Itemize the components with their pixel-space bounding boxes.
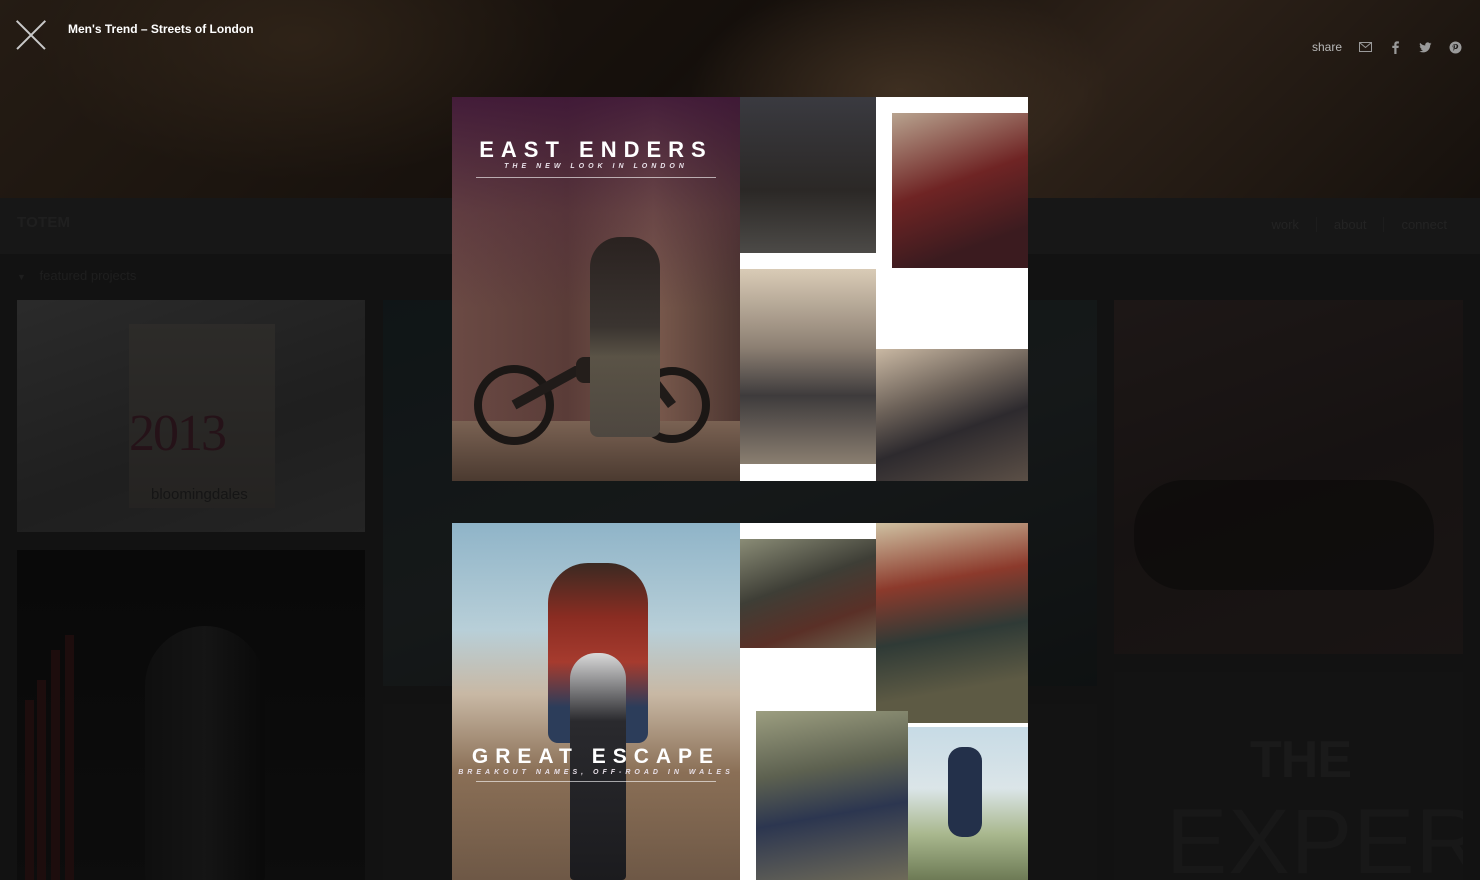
photo-walking-dog (740, 269, 876, 464)
model-figure (590, 237, 660, 437)
cover-photo-motorcycle: EAST ENDERS THE NEW LOOK IN LONDON (452, 97, 740, 481)
photo-sitting-dunes (756, 711, 908, 880)
photo-jumping-beach (908, 727, 1028, 880)
twitter-icon[interactable] (1419, 41, 1432, 54)
spread-title: EAST ENDERS (479, 137, 713, 162)
title-rule (476, 177, 716, 178)
title-rule (476, 781, 716, 782)
photo-plaid-jacket (892, 113, 1028, 268)
lightbox-title: Men's Trend – Streets of London (68, 22, 254, 36)
pinterest-icon[interactable] (1449, 41, 1462, 54)
spread-title: GREAT ESCAPE (471, 745, 721, 768)
magazine-spread-great-escape: GREAT ESCAPE BREAKOUT NAMES, OFF-ROAD IN… (452, 523, 1028, 880)
close-icon[interactable] (16, 20, 46, 50)
photo-vest-grass (740, 539, 892, 648)
photo-alley (740, 97, 876, 253)
facebook-icon[interactable] (1389, 40, 1402, 54)
jumping-figure (948, 747, 982, 837)
magazine-spread-east-enders: EAST ENDERS THE NEW LOOK IN LONDON (452, 97, 1028, 481)
mail-icon[interactable] (1359, 41, 1372, 54)
spread-subtitle: THE NEW LOOK IN LONDON (504, 163, 688, 170)
share-label: share (1311, 40, 1342, 54)
spread-subtitle: BREAKOUT NAMES, OFF-ROAD IN WALES (458, 769, 734, 776)
photo-sitting-dog (876, 349, 1028, 481)
photo-standing-dunes (876, 523, 1028, 723)
cover-photo-rider: GREAT ESCAPE BREAKOUT NAMES, OFF-ROAD IN… (452, 523, 740, 880)
share-bar: share (1312, 40, 1462, 54)
